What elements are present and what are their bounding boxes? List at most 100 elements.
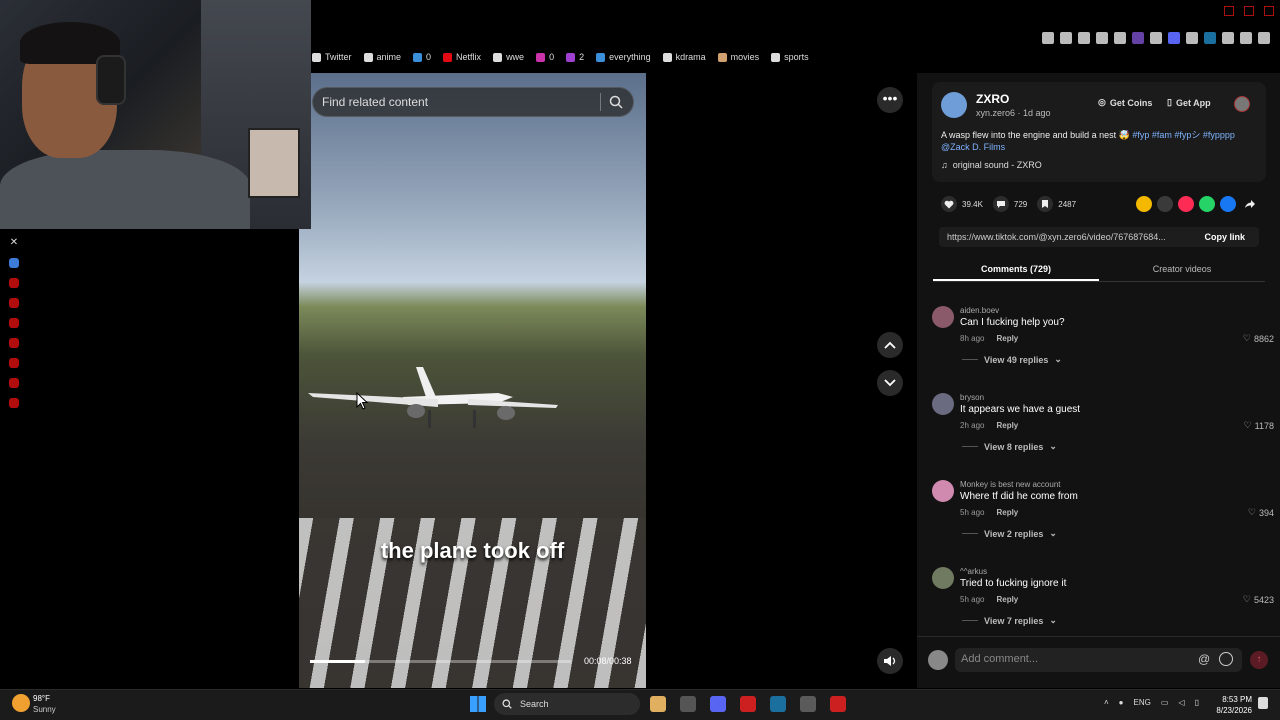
bookmark-item[interactable]: 0 bbox=[413, 52, 431, 62]
taskbar-search[interactable]: Search bbox=[494, 693, 640, 715]
copy-link-button[interactable]: Copy link bbox=[1190, 232, 1259, 242]
get-app-button[interactable]: ▯ Get App bbox=[1167, 97, 1211, 108]
related-search[interactable]: Find related content bbox=[312, 87, 634, 117]
reply-button[interactable]: Reply bbox=[996, 334, 1018, 343]
tab-comments[interactable]: Comments (729) bbox=[933, 258, 1099, 281]
window-controls[interactable] bbox=[1224, 6, 1274, 16]
reply-button[interactable]: Reply bbox=[996, 595, 1018, 604]
x-icon[interactable]: ✕ bbox=[9, 238, 19, 248]
bookmark-item[interactable]: movies bbox=[717, 52, 759, 62]
wallet-icon[interactable] bbox=[1204, 32, 1216, 44]
reply-button[interactable]: Reply bbox=[996, 421, 1018, 430]
share-arrow-icon[interactable] bbox=[1244, 199, 1256, 209]
bookmark-item[interactable]: Netflix bbox=[443, 52, 481, 62]
repost-icon[interactable] bbox=[1178, 196, 1194, 212]
pin-icon[interactable] bbox=[1042, 32, 1054, 44]
comment-like-button[interactable]: ♡ 394 bbox=[1248, 507, 1274, 518]
commenter-name[interactable]: bryson bbox=[960, 393, 984, 402]
bag-icon[interactable] bbox=[9, 338, 19, 348]
profile-avatar[interactable] bbox=[1234, 96, 1250, 112]
file-explorer-icon[interactable] bbox=[650, 696, 666, 712]
send-button[interactable]: ↑ bbox=[1250, 651, 1268, 669]
bookmark-item[interactable]: everything bbox=[596, 52, 651, 62]
commenter-avatar[interactable] bbox=[932, 393, 954, 415]
coin-share-icon[interactable] bbox=[1136, 196, 1152, 212]
commenter-avatar[interactable] bbox=[932, 567, 954, 589]
commenter-name[interactable]: Monkey is best new account bbox=[960, 480, 1061, 489]
bookmark-item[interactable]: 2 bbox=[566, 52, 584, 62]
commenter-name[interactable]: ^^arkus bbox=[960, 567, 987, 576]
comment-button[interactable]: 729 bbox=[992, 196, 1027, 212]
close-icon[interactable] bbox=[1264, 6, 1274, 16]
menu-icon[interactable] bbox=[1258, 32, 1270, 44]
like-button[interactable]: 39.4K bbox=[941, 196, 983, 212]
previous-video-button[interactable] bbox=[877, 332, 903, 358]
network-icon[interactable]: ▭ bbox=[1161, 698, 1169, 707]
language-indicator[interactable]: ENG bbox=[1134, 698, 1151, 707]
game-icon[interactable] bbox=[830, 696, 846, 712]
puzzle-icon[interactable] bbox=[1186, 32, 1198, 44]
speaker-icon[interactable]: ◁ bbox=[1178, 698, 1184, 707]
video-progress-bar[interactable] bbox=[310, 660, 571, 663]
emoji-icon[interactable] bbox=[1219, 652, 1233, 666]
microphone-icon[interactable]: ● bbox=[1119, 698, 1124, 707]
search-input[interactable]: Find related content bbox=[322, 95, 600, 109]
play-icon[interactable] bbox=[9, 318, 19, 328]
commenter-name[interactable]: aiden.boev bbox=[960, 306, 999, 315]
discord-icon[interactable] bbox=[710, 696, 726, 712]
reply-button[interactable]: Reply bbox=[996, 508, 1018, 517]
next-video-button[interactable] bbox=[877, 370, 903, 396]
comment-like-button[interactable]: ♡ 1178 bbox=[1244, 420, 1274, 431]
bookmark-item[interactable]: Twitter bbox=[312, 52, 352, 62]
ai-icon[interactable] bbox=[1240, 32, 1252, 44]
opera-icon[interactable] bbox=[740, 696, 756, 712]
shield-icon[interactable] bbox=[1078, 32, 1090, 44]
embed-icon[interactable] bbox=[1157, 196, 1173, 212]
bookmark-item[interactable]: wwe bbox=[493, 52, 524, 62]
steam-icon[interactable] bbox=[770, 696, 786, 712]
record-icon[interactable] bbox=[9, 298, 19, 308]
twitch-icon[interactable] bbox=[1132, 32, 1144, 44]
view-replies-button[interactable]: View 7 replies ⌄ bbox=[962, 615, 1057, 626]
download-icon[interactable] bbox=[1222, 32, 1234, 44]
bookmark-item[interactable]: sports bbox=[771, 52, 809, 62]
bookmark-item[interactable]: anime bbox=[363, 52, 401, 62]
view-replies-button[interactable]: View 8 replies ⌄ bbox=[962, 441, 1057, 452]
battery-icon[interactable]: ▯ bbox=[1195, 698, 1199, 707]
weather-icon[interactable] bbox=[12, 694, 30, 712]
get-coins-button[interactable]: ◎ Get Coins bbox=[1098, 97, 1152, 108]
system-clock[interactable]: 8:53 PM 8/23/2026 bbox=[1212, 694, 1252, 716]
windows-start-icon[interactable] bbox=[470, 696, 486, 712]
tab-creator-videos[interactable]: Creator videos bbox=[1099, 258, 1265, 281]
messenger-icon[interactable] bbox=[9, 258, 19, 268]
commenter-avatar[interactable] bbox=[932, 480, 954, 502]
chat-icon[interactable] bbox=[9, 378, 19, 388]
whatsapp-icon[interactable] bbox=[1199, 196, 1215, 212]
task-view-icon[interactable] bbox=[680, 696, 696, 712]
view-replies-button[interactable]: View 49 replies ⌄ bbox=[962, 354, 1062, 365]
clock-icon[interactable] bbox=[9, 358, 19, 368]
more-options-button[interactable]: ••• bbox=[877, 87, 903, 113]
author-name[interactable]: ZXRO bbox=[976, 92, 1009, 106]
comment-like-button[interactable]: ♡ 8862 bbox=[1243, 333, 1274, 344]
notification-icon[interactable] bbox=[1258, 697, 1268, 709]
heart-icon[interactable] bbox=[1114, 32, 1126, 44]
app-icon[interactable] bbox=[9, 278, 19, 288]
comment-like-button[interactable]: ♡ 5423 bbox=[1243, 594, 1274, 605]
sound-link[interactable]: ♫ original sound - ZXRO bbox=[941, 160, 1042, 170]
video-url[interactable]: https://www.tiktok.com/@xyn.zero6/video/… bbox=[939, 232, 1190, 242]
bookmark-item[interactable]: kdrama bbox=[662, 52, 706, 62]
save-button[interactable]: 2487 bbox=[1037, 196, 1076, 212]
extension-icon[interactable] bbox=[1150, 32, 1162, 44]
chevron-up-icon[interactable]: ˄ bbox=[1104, 698, 1109, 707]
maximize-icon[interactable] bbox=[1244, 6, 1254, 16]
view-replies-button[interactable]: View 2 replies ⌄ bbox=[962, 528, 1057, 539]
chrome-icon[interactable] bbox=[800, 696, 816, 712]
facebook-icon[interactable] bbox=[1220, 196, 1236, 212]
volume-icon[interactable] bbox=[1168, 32, 1180, 44]
screenshot-icon[interactable] bbox=[1060, 32, 1072, 44]
volume-button[interactable] bbox=[877, 648, 903, 674]
mention-icon[interactable]: @ bbox=[1198, 652, 1210, 666]
play-icon[interactable] bbox=[1096, 32, 1108, 44]
minimize-icon[interactable] bbox=[1224, 6, 1234, 16]
